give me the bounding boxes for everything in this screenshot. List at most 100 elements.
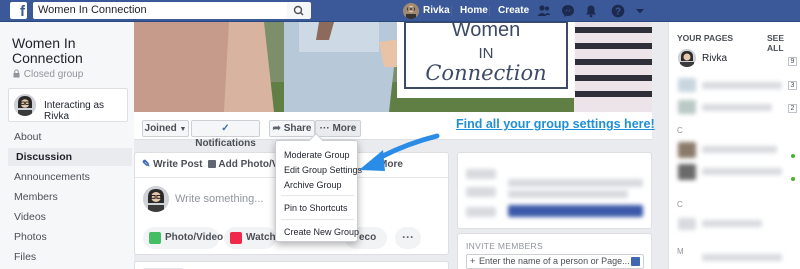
menu-divider	[281, 195, 354, 196]
write-post-label: Write Post	[153, 159, 203, 170]
right-sidebar: YOUR PAGES SEE ALL Rivka C C M	[668, 22, 800, 269]
blurred-avatar	[678, 78, 696, 92]
caret-down-icon: ▼	[179, 126, 187, 133]
see-all-link[interactable]: SEE ALL	[767, 33, 800, 53]
joined-button[interactable]: Joined ▼	[142, 120, 189, 137]
blurred-content	[702, 254, 782, 261]
photo-video-label: Photo/Video	[165, 232, 224, 243]
privacy-label: Closed group	[23, 69, 84, 80]
facebook-logo-icon[interactable]: f	[10, 2, 27, 19]
photo-icon	[208, 160, 216, 168]
blurred-avatar	[678, 164, 696, 180]
menu-item-archive-group[interactable]: Archive Group	[276, 178, 359, 192]
section-letter: M	[677, 247, 684, 256]
online-status-dot	[791, 177, 795, 181]
top-navigation-bar: f Women In Connection Rivka Home Create …	[0, 0, 800, 22]
nav-item-members[interactable]: Members	[8, 188, 132, 206]
interacting-as-selector[interactable]: Interacting as Rivka	[8, 88, 128, 122]
home-link[interactable]: Home	[460, 0, 488, 22]
invite-members-title: INVITE MEMBERS	[466, 241, 543, 251]
share-label: Share	[283, 123, 312, 134]
blurred-avatar	[678, 218, 696, 230]
add-person-icon: +	[470, 256, 476, 266]
notifications-bell-icon[interactable]	[584, 4, 598, 18]
svg-text:Women: Women	[452, 22, 521, 41]
avatar	[678, 49, 696, 67]
avatar	[143, 186, 169, 212]
blurred-content	[702, 168, 782, 175]
blurred-content	[702, 220, 762, 227]
blurred-avatar	[678, 100, 696, 114]
nav-item-announcements[interactable]: Announcements	[8, 168, 132, 186]
watch-party-icon	[230, 232, 242, 244]
watch-party-chip[interactable]: Watch P	[224, 227, 276, 249]
share-button[interactable]: ➦ Share	[269, 120, 315, 137]
messenger-icon[interactable]	[561, 4, 575, 18]
friend-requests-icon[interactable]	[537, 4, 551, 18]
pencil-icon: ✎	[142, 159, 151, 170]
divider	[451, 6, 452, 16]
share-arrow-icon: ➦	[272, 123, 281, 134]
nav-item-photos[interactable]: Photos	[8, 228, 132, 246]
svg-text:?: ?	[615, 7, 621, 18]
menu-item-pin-to-shortcuts[interactable]: Pin to Shortcuts	[276, 201, 359, 215]
blurred-content	[702, 104, 772, 111]
nav-item-discussion[interactable]: Discussion	[8, 148, 132, 166]
composer-more-button[interactable]: ···	[395, 227, 421, 249]
section-letter: C	[677, 126, 683, 135]
user-avatar[interactable]	[403, 3, 419, 19]
search-button[interactable]	[287, 2, 311, 19]
group-cover-photo[interactable]: Women IN Connection	[134, 22, 652, 112]
invite-placeholder: Enter the name of a person or Page...	[479, 256, 630, 266]
blurred-content	[466, 169, 496, 179]
page-link-rivka[interactable]: Rivka	[702, 53, 727, 64]
recommendations-label: eco	[359, 232, 377, 243]
nav-item-files[interactable]: Files	[8, 248, 132, 266]
privacy-status: Closed group	[12, 69, 83, 80]
group-info-card	[457, 152, 652, 229]
blurred-avatar	[678, 142, 696, 158]
annotation-arrow-icon	[359, 133, 440, 171]
notification-count-badge: 2	[788, 104, 797, 113]
left-sidebar: Women In Connection Closed group Interac…	[0, 22, 134, 269]
online-status-dot	[791, 154, 795, 158]
tab-write-post[interactable]: ✎ Write Post	[142, 159, 202, 170]
photo-video-chip[interactable]: Photo/Video	[143, 227, 223, 249]
notifications-button[interactable]: ✓ Notifications	[191, 120, 260, 149]
blurred-content	[466, 187, 496, 197]
invite-members-card: INVITE MEMBERS + Enter the name of a per…	[457, 233, 652, 269]
nav-item-about[interactable]: About	[8, 128, 132, 146]
message-icon[interactable]	[631, 257, 640, 266]
your-pages-heading: YOUR PAGES	[677, 33, 734, 43]
menu-divider	[281, 219, 354, 220]
profile-link[interactable]: Rivka	[423, 0, 450, 22]
search-input[interactable]: Women In Connection	[33, 2, 287, 19]
blurred-content	[508, 190, 628, 198]
cover-photo-image: Women IN Connection	[134, 22, 652, 112]
section-letter: C	[677, 200, 683, 209]
group-title[interactable]: Women In Connection	[12, 36, 122, 66]
nav-item-videos[interactable]: Videos	[8, 208, 132, 226]
notification-count-badge: 9	[788, 57, 797, 66]
blurred-button	[508, 205, 643, 217]
check-icon: ✓	[221, 123, 230, 134]
divider	[489, 6, 490, 16]
create-link[interactable]: Create	[498, 0, 529, 22]
account-menu-chevron-down-icon[interactable]	[633, 4, 647, 18]
invite-member-input[interactable]: + Enter the name of a person or Page...	[466, 254, 644, 269]
search-icon	[293, 5, 304, 16]
watch-party-label: Watch P	[246, 232, 276, 243]
post-text-input[interactable]: Write something...	[175, 193, 263, 205]
blurred-content	[702, 146, 777, 153]
menu-item-create-new-group[interactable]: Create New Group	[276, 225, 359, 239]
svg-text:Connection: Connection	[425, 61, 546, 85]
photo-video-icon	[149, 232, 161, 244]
feed-post-card	[134, 261, 449, 269]
blurred-content	[702, 82, 782, 89]
avatar	[14, 94, 36, 116]
blurred-content	[508, 179, 643, 187]
more-dots-icon: ···	[319, 123, 330, 134]
help-icon[interactable]: ?	[611, 4, 625, 18]
svg-text:IN: IN	[479, 45, 494, 62]
notification-count-badge: 3	[788, 81, 797, 90]
